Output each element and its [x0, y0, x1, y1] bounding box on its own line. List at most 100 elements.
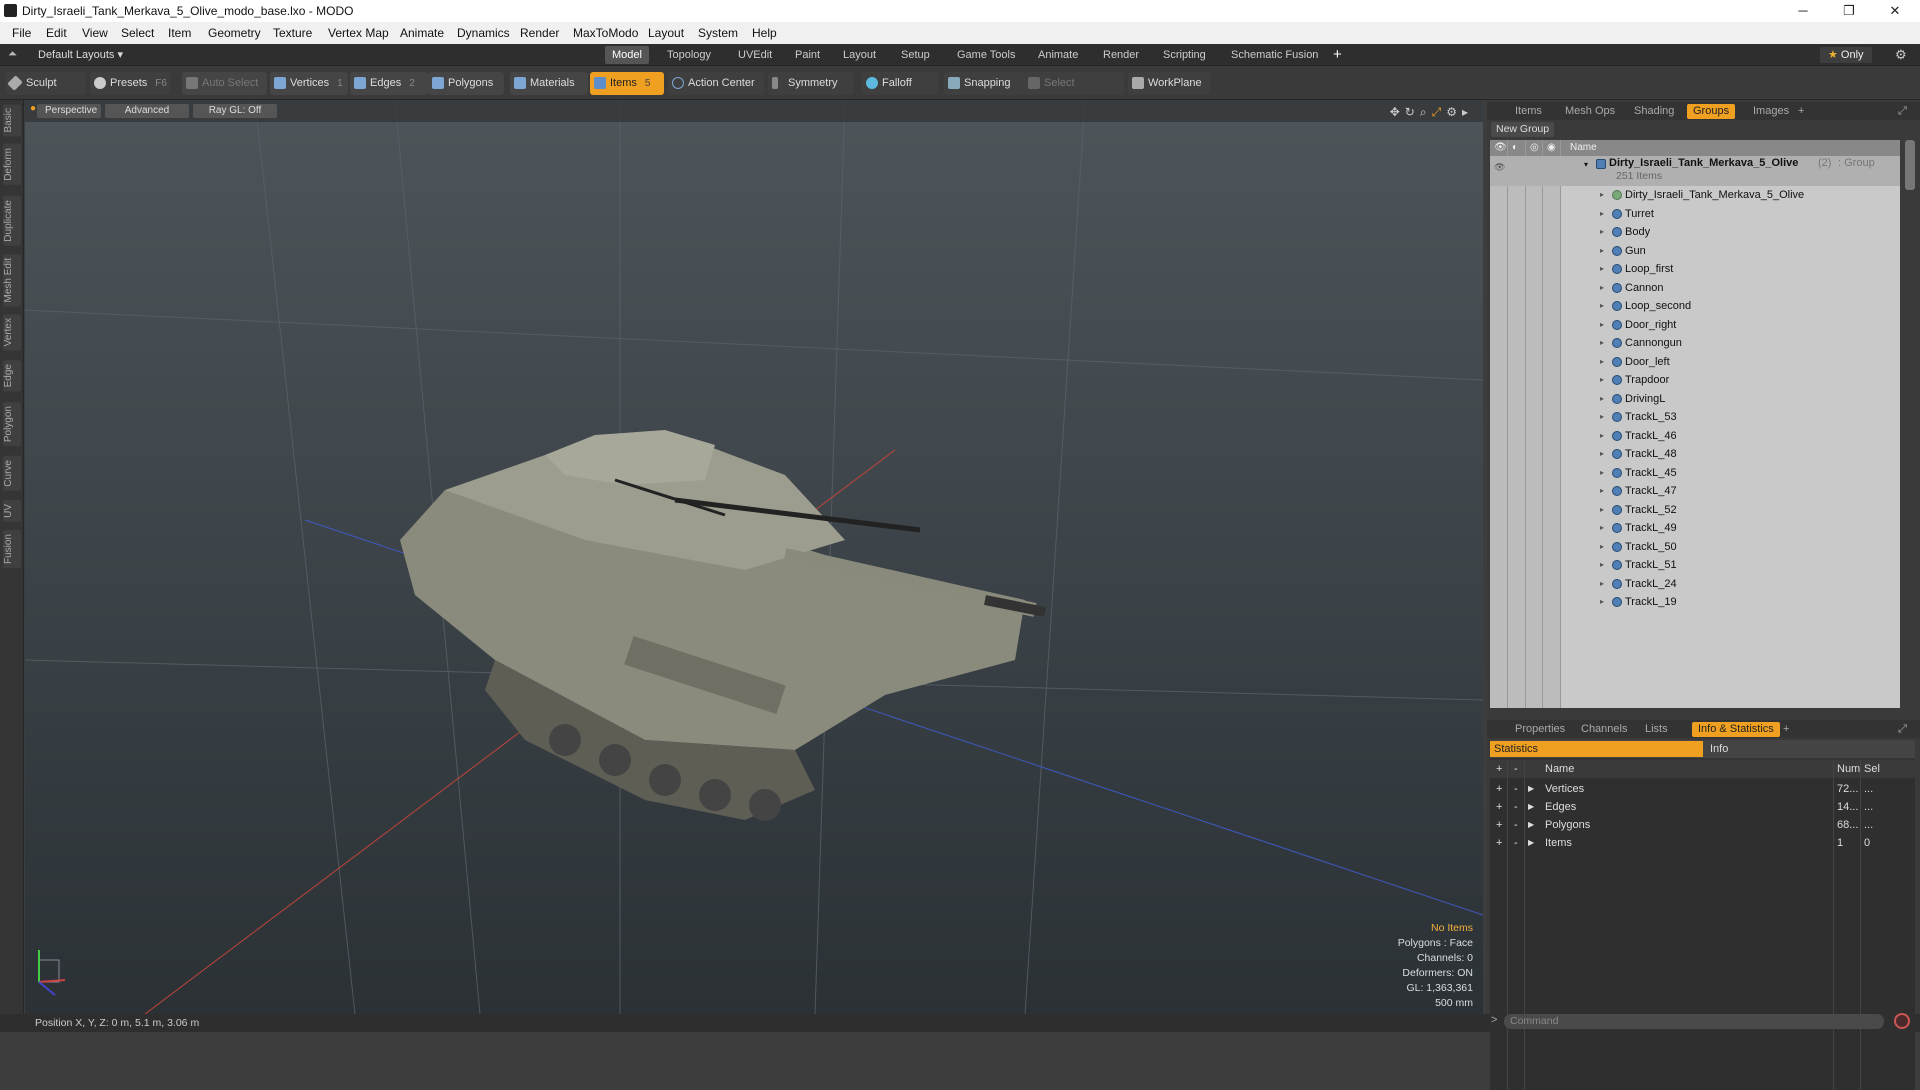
- visibility-column-icon[interactable]: 👁: [1494, 140, 1507, 156]
- gear-icon[interactable]: ⚙: [1895, 47, 1907, 63]
- record-macro-icon[interactable]: [1894, 1013, 1910, 1029]
- menu-animate[interactable]: Animate: [400, 26, 444, 40]
- table-row[interactable]: + - ▶ Polygons 68......: [1490, 816, 1915, 834]
- list-item[interactable]: ▸ Turret: [1490, 205, 1900, 223]
- expand-all-icon[interactable]: +: [1496, 760, 1502, 778]
- item-expand-icon[interactable]: ▸: [1600, 334, 1604, 352]
- raygl-toggle[interactable]: Ray GL: Off: [193, 104, 277, 118]
- maximize-button[interactable]: ❐: [1826, 0, 1872, 22]
- item-expand-icon[interactable]: ▸: [1600, 297, 1604, 315]
- list-item[interactable]: ▸ Trapdoor: [1490, 371, 1900, 389]
- select-through-button[interactable]: Select Through: [1024, 72, 1124, 112]
- tab-game-tools[interactable]: Game Tools: [950, 46, 1023, 64]
- tree-scrollbar[interactable]: [1905, 140, 1915, 190]
- left-tab-basic[interactable]: Basic: [3, 104, 21, 137]
- add-panel-tab-icon[interactable]: +: [1792, 104, 1810, 119]
- list-item[interactable]: ▸ TrackL_51: [1490, 556, 1900, 574]
- polygons-button[interactable]: Polygons: [428, 72, 504, 95]
- table-row[interactable]: + - ▶ Edges 14......: [1490, 798, 1915, 816]
- list-item[interactable]: ▸ Cannongun: [1490, 334, 1900, 352]
- menu-geometry[interactable]: Geometry: [208, 26, 261, 40]
- list-item[interactable]: ▸ TrackL_50: [1490, 538, 1900, 556]
- minimize-button[interactable]: ─: [1780, 0, 1826, 22]
- list-item[interactable]: ▸ TrackL_19: [1490, 593, 1900, 611]
- auto-select-button[interactable]: Auto Select: [182, 72, 267, 95]
- menu-texture[interactable]: Texture: [273, 26, 312, 40]
- select-column-icon[interactable]: ◉: [1547, 140, 1556, 156]
- list-item[interactable]: ▸ TrackL_47: [1490, 482, 1900, 500]
- view-settings-icon[interactable]: ⚙: [1446, 105, 1462, 119]
- tab-paint[interactable]: Paint: [788, 46, 827, 64]
- list-item[interactable]: ▸ Loop_second: [1490, 297, 1900, 315]
- item-expand-icon[interactable]: ▸: [1600, 371, 1604, 389]
- symmetry-button[interactable]: Symmetry: [768, 72, 854, 95]
- item-expand-icon[interactable]: ▸: [1600, 575, 1604, 593]
- tab-shading[interactable]: Shading: [1628, 104, 1680, 119]
- fit-view-icon[interactable]: ⤢: [1432, 105, 1447, 119]
- viewport-expand-icon[interactable]: ▸: [1462, 105, 1473, 119]
- item-expand-icon[interactable]: ▸: [1600, 408, 1604, 426]
- list-item[interactable]: ▸ TrackL_48: [1490, 445, 1900, 463]
- menu-system[interactable]: System: [698, 26, 738, 40]
- tab-layout[interactable]: Layout: [836, 46, 883, 64]
- item-expand-icon[interactable]: ▸: [1600, 316, 1604, 334]
- presets-button[interactable]: Presets F6: [90, 72, 170, 95]
- close-button[interactable]: ✕: [1872, 0, 1918, 22]
- item-expand-icon[interactable]: ▸: [1600, 353, 1604, 371]
- table-row[interactable]: + - ▶ Items 1 0: [1490, 834, 1915, 852]
- panel-expand-icon[interactable]: ⤢: [1892, 104, 1913, 119]
- tab-properties[interactable]: Properties: [1509, 722, 1571, 737]
- menu-dynamics[interactable]: Dynamics: [457, 26, 510, 40]
- item-expand-icon[interactable]: ▸: [1600, 445, 1604, 463]
- item-expand-icon[interactable]: ▸: [1600, 390, 1604, 408]
- group-visibility-icon[interactable]: 👁: [1494, 158, 1505, 176]
- left-tab-fusion[interactable]: Fusion: [3, 530, 21, 569]
- tab-schematic-fusion[interactable]: Schematic Fusion: [1224, 46, 1325, 64]
- tab-scripting[interactable]: Scripting: [1156, 46, 1213, 64]
- 3d-viewport[interactable]: ● Perspective Advanced Ray GL: Off ✥↻⌕⤢⚙…: [25, 100, 1483, 1014]
- row-remove-icon[interactable]: -: [1514, 798, 1518, 816]
- tab-animate[interactable]: Animate: [1031, 46, 1085, 64]
- tab-images[interactable]: Images: [1747, 104, 1795, 119]
- list-item[interactable]: ▸ TrackL_52: [1490, 501, 1900, 519]
- list-item[interactable]: ▸ TrackL_53: [1490, 408, 1900, 426]
- menu-file[interactable]: File: [12, 26, 31, 40]
- list-item[interactable]: ▸ TrackL_45: [1490, 464, 1900, 482]
- left-tab-deform[interactable]: Deform: [3, 144, 21, 185]
- materials-button[interactable]: Materials: [510, 72, 588, 95]
- item-expand-icon[interactable]: ▸: [1600, 223, 1604, 241]
- row-expand-icon[interactable]: ▶: [1528, 780, 1534, 798]
- action-center-button[interactable]: Action Center: [668, 72, 764, 95]
- tab-uvedit[interactable]: UVEdit: [731, 46, 779, 64]
- tab-topology[interactable]: Topology: [660, 46, 718, 64]
- add-panel-tab-icon[interactable]: +: [1777, 722, 1795, 737]
- left-tab-mesh-edit[interactable]: Mesh Edit: [3, 254, 21, 307]
- tab-items[interactable]: Items: [1509, 104, 1548, 119]
- item-expand-icon[interactable]: ▸: [1600, 427, 1604, 445]
- item-expand-icon[interactable]: ▸: [1600, 538, 1604, 556]
- menu-render[interactable]: Render: [520, 26, 559, 40]
- item-expand-icon[interactable]: ▸: [1600, 501, 1604, 519]
- list-item[interactable]: ▸ Dirty_Israeli_Tank_Merkava_5_Olive: [1490, 186, 1900, 204]
- list-item[interactable]: ▸ TrackL_49: [1490, 519, 1900, 537]
- list-item[interactable]: ▸ TrackL_46: [1490, 427, 1900, 445]
- list-item[interactable]: ▸ Gun: [1490, 242, 1900, 260]
- menu-vertex-map[interactable]: Vertex Map: [328, 26, 389, 40]
- sculpt-button[interactable]: Sculpt: [6, 72, 86, 95]
- tab-model[interactable]: Model: [605, 46, 649, 64]
- name-column-header[interactable]: Name: [1570, 140, 1597, 156]
- add-tab-icon[interactable]: +: [1333, 46, 1342, 63]
- perspective-dropdown[interactable]: Perspective: [37, 104, 101, 118]
- row-add-icon[interactable]: +: [1496, 834, 1502, 852]
- vertices-button[interactable]: Vertices 1: [270, 72, 348, 95]
- list-item[interactable]: ▸ DrivingL: [1490, 390, 1900, 408]
- list-item[interactable]: ▸ Door_left: [1490, 353, 1900, 371]
- row-add-icon[interactable]: +: [1496, 798, 1502, 816]
- row-remove-icon[interactable]: -: [1514, 834, 1518, 852]
- left-tab-polygon[interactable]: Polygon: [3, 402, 21, 447]
- left-tab-uv[interactable]: UV: [3, 500, 21, 522]
- edges-button[interactable]: Edges 2: [350, 72, 428, 95]
- menu-help[interactable]: Help: [752, 26, 777, 40]
- list-item[interactable]: ▸ TrackL_24: [1490, 575, 1900, 593]
- item-expand-icon[interactable]: ▸: [1600, 593, 1604, 611]
